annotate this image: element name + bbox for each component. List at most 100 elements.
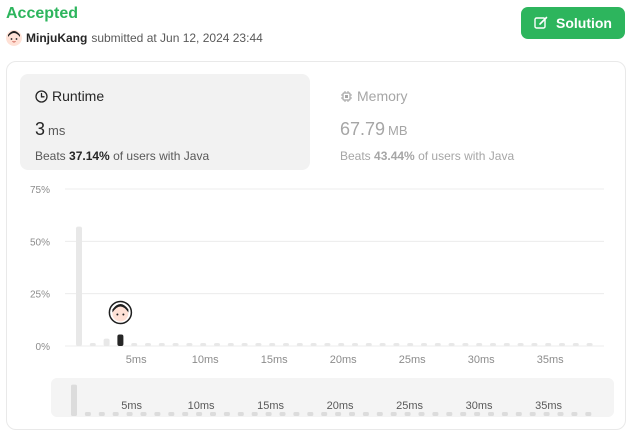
x-tick-label: 10ms: [192, 354, 219, 366]
chart-bar: [462, 343, 469, 346]
user-name[interactable]: MinjuKang: [26, 31, 87, 45]
chart-bar: [76, 226, 82, 346]
overview-tick-label: 35ms: [535, 400, 562, 412]
solution-label: Solution: [556, 15, 612, 31]
overview-bar: [571, 412, 578, 416]
overview-bar: [210, 412, 216, 416]
overview-bar: [251, 412, 258, 416]
x-tick-label: 30ms: [468, 354, 495, 366]
chart-bar: [448, 343, 455, 346]
chart-bar: [241, 343, 248, 346]
overview-bar: [390, 412, 397, 416]
chart-bar: [89, 343, 96, 346]
chart-bar: [421, 343, 427, 346]
chart-bar: [476, 343, 483, 346]
chart-bar: [310, 343, 317, 346]
y-tick-label: 75%: [30, 185, 50, 196]
overview-bar: [460, 412, 467, 416]
chart-bar: [517, 343, 524, 346]
chart-bar: [103, 338, 110, 346]
overview-tick-label: 25ms: [396, 400, 423, 412]
overview-bar: [376, 412, 383, 416]
overview-bar: [279, 412, 286, 416]
overview-tick-label: 20ms: [327, 400, 354, 412]
overview-bar: [71, 384, 77, 416]
overview-bar: [529, 412, 536, 416]
chart-bar: [269, 343, 276, 346]
overview-bar: [362, 412, 369, 416]
overview-bar: [446, 412, 453, 416]
overview-tick-label: 10ms: [188, 400, 215, 412]
chart-bar: [393, 343, 400, 346]
chart-bar: [531, 343, 538, 346]
overview-bar: [154, 412, 161, 416]
overview-bar: [307, 412, 314, 416]
chart-bar: [172, 343, 179, 346]
overview-bar: [335, 412, 342, 416]
overview-bar: [98, 412, 105, 416]
chart-bar: [214, 343, 220, 346]
overview-bar: [223, 412, 230, 416]
solution-button[interactable]: Solution: [521, 7, 625, 39]
chart-bar: [490, 343, 496, 346]
overview-bar: [182, 412, 189, 416]
runtime-distribution-chart: 0% 25% 50% 75% 5ms 10ms 15ms 20ms 25ms 30ms 35ms 5m…: [30, 185, 614, 417]
chart-bar: [324, 343, 331, 346]
chart-bar: [407, 343, 414, 346]
x-tick-label: 25ms: [399, 354, 426, 366]
chart-bar: [255, 343, 262, 346]
chart-bar: [227, 343, 234, 346]
submission-status: Accepted: [6, 5, 79, 22]
avatar-eye: [122, 313, 125, 316]
overview-bar: [196, 412, 203, 416]
chart-bar: [145, 343, 151, 346]
x-tick-label: 5ms: [126, 354, 147, 366]
performance-card: Runtime 3 ms Beats 37.14% of users with J…: [6, 61, 626, 430]
overview-bar: [585, 412, 592, 416]
overview-tick-label: 5ms: [121, 400, 142, 412]
chart-bar: [158, 343, 165, 346]
overview-bar: [84, 412, 91, 416]
overview-bar: [543, 412, 550, 416]
overview-bar: [293, 412, 300, 416]
y-tick-label: 25%: [30, 290, 50, 301]
chart-bar: [283, 343, 289, 346]
y-tick-label: 50%: [30, 237, 50, 248]
chart-bar: [434, 343, 441, 346]
submitter-info: MinjuKang submitted at Jun 12, 2024 23:4…: [6, 30, 263, 46]
overview-bar: [432, 412, 439, 416]
x-tick-label: 15ms: [261, 354, 288, 366]
y-tick-label: 0%: [36, 342, 51, 353]
chart-bar: [559, 343, 565, 346]
overview-bar: [557, 412, 564, 416]
overview-bar: [140, 412, 147, 416]
chart-bar: [296, 343, 303, 346]
edit-icon: [534, 16, 548, 29]
chart-bar: [379, 343, 386, 346]
chart-bar: [503, 343, 510, 346]
overview-bar: [488, 412, 494, 416]
overview-bar: [515, 412, 522, 416]
chart-bar: [572, 343, 579, 346]
chart-bar: [365, 343, 372, 346]
chart-bar: [352, 343, 358, 346]
overview-tick-label: 15ms: [257, 400, 284, 412]
chart-bar: [545, 343, 552, 346]
chart-bar: [117, 334, 124, 346]
overview-bar: [418, 412, 425, 416]
chart-bar: [586, 343, 593, 346]
overview-bar: [265, 412, 272, 416]
avatar-eye: [116, 313, 119, 316]
overview-bar: [237, 412, 244, 416]
overview-bar: [501, 412, 508, 416]
chart-bar: [131, 343, 138, 346]
chart-bar: [186, 343, 193, 346]
user-avatar[interactable]: [6, 30, 22, 46]
overview-bar: [168, 412, 175, 416]
overview-bar: [112, 412, 119, 416]
overview-tick-label: 30ms: [466, 400, 493, 412]
overview-bar: [126, 412, 133, 416]
chart-bar: [200, 343, 207, 346]
chart-bar: [338, 343, 345, 346]
overview-bar: [321, 412, 328, 416]
